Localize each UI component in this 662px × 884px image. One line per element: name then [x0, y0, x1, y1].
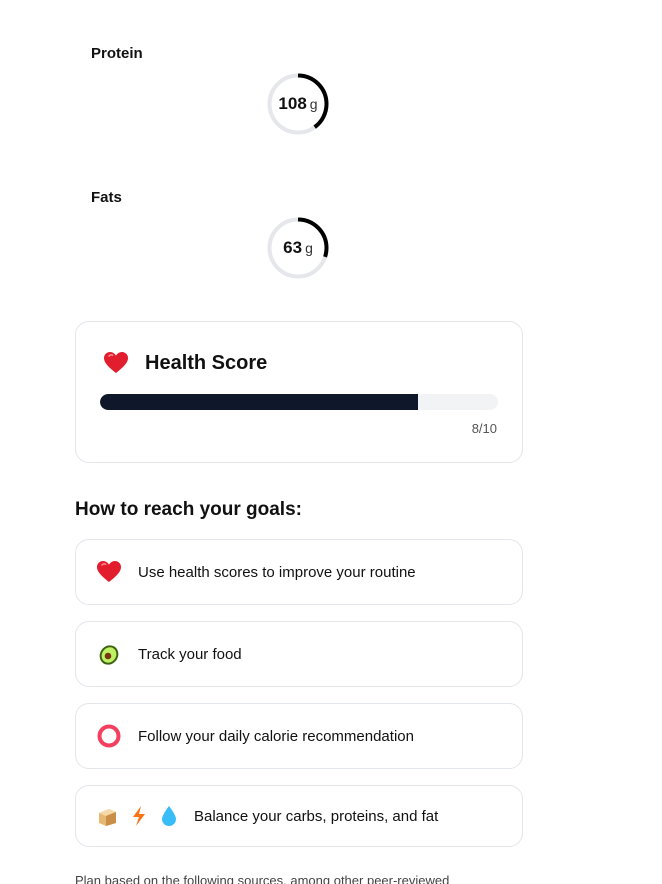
heart-icon [96, 560, 122, 584]
health-score-value: 8/10 [471, 421, 497, 436]
health-score-title: Health Score [145, 351, 268, 374]
protein-value: 108 [278, 94, 307, 113]
tip-label: Balance your carbs, proteins, and fat [194, 807, 439, 825]
tip-label: Track your food [138, 645, 242, 663]
tip-label: Follow your daily calorie recommendation [138, 727, 414, 745]
ring-icon [96, 723, 122, 749]
protein-ring: 108 g [266, 72, 330, 136]
page: Protein 108 g Fats 63 g Health Score 8/1… [0, 0, 662, 884]
protein-label: Protein [91, 45, 143, 62]
heart-icon [103, 351, 129, 375]
lightning-icon [131, 805, 147, 827]
health-score-bar-fill [100, 394, 419, 410]
tip-label: Use health scores to improve your routin… [138, 563, 416, 581]
protein-unit: g [309, 96, 318, 112]
fats-ring: 63 g [266, 216, 330, 280]
tip-balance-macros[interactable]: Balance your carbs, proteins, and fat [75, 785, 523, 847]
tip-calorie-recommendation[interactable]: Follow your daily calorie recommendation [75, 703, 523, 769]
droplet-icon [160, 805, 178, 827]
sources-note: Plan based on the following sources, amo… [75, 873, 450, 884]
fats-value: 63 [283, 238, 303, 257]
bread-icon [96, 805, 118, 827]
fats-label: Fats [91, 189, 122, 206]
health-score-card: Health Score 8/10 [75, 321, 523, 463]
health-score-bar [100, 394, 498, 410]
goals-title: How to reach your goals: [75, 499, 302, 520]
avocado-icon [96, 641, 122, 667]
tip-health-scores[interactable]: Use health scores to improve your routin… [75, 539, 523, 605]
tip-track-food[interactable]: Track your food [75, 621, 523, 687]
fats-unit: g [305, 240, 313, 256]
